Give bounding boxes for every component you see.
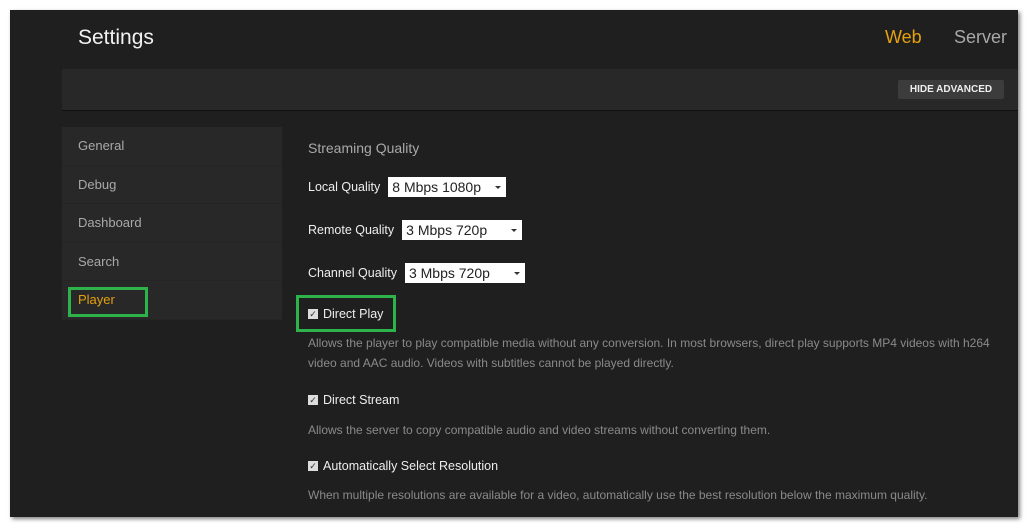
direct-stream-description: Allows the server to copy compatible aud… [308,423,771,437]
chevron-down-icon [495,186,502,189]
remote-quality-label: Remote Quality [308,223,395,237]
auto-resolution-checkbox[interactable]: ✓ [308,461,318,471]
sidebar-item-general[interactable]: General [62,127,282,166]
direct-stream-checkbox[interactable]: ✓ [308,395,318,405]
remote-quality-row: Remote Quality 3 Mbps 720p [308,220,523,240]
local-quality-label: Local Quality [308,180,381,194]
local-quality-select[interactable]: 8 Mbps 1080p [388,177,507,197]
sidebar-item-dashboard[interactable]: Dashboard [62,204,282,243]
direct-stream-label: Direct Stream [323,393,400,407]
direct-stream-row[interactable]: ✓ Direct Stream [308,393,399,407]
toolbar [62,69,1018,111]
direct-play-description: Allows the player to play compatible med… [308,336,990,370]
auto-resolution-description: When multiple resolutions are available … [308,488,928,502]
remote-quality-value: 3 Mbps 720p [406,222,488,238]
direct-play-highlight-box [296,295,396,332]
section-title: Streaming Quality [308,140,420,156]
auto-resolution-label: Automatically Select Resolution [323,459,499,473]
hide-advanced-button[interactable]: HIDE ADVANCED [898,80,1004,99]
channel-quality-row: Channel Quality 3 Mbps 720p [308,263,525,283]
chevron-down-icon [513,272,520,275]
tab-web[interactable]: Web [885,27,922,48]
sidebar-item-debug[interactable]: Debug [62,166,282,205]
local-quality-row: Local Quality 8 Mbps 1080p [308,177,507,197]
local-quality-value: 8 Mbps 1080p [392,179,481,195]
page-title: Settings [78,26,154,49]
sidebar-item-search[interactable]: Search [62,243,282,282]
channel-quality-select[interactable]: 3 Mbps 720p [404,263,525,283]
channel-quality-label: Channel Quality [308,266,397,280]
tab-server[interactable]: Server [954,27,1007,48]
remote-quality-select[interactable]: 3 Mbps 720p [402,220,523,240]
chevron-down-icon [511,229,518,232]
channel-quality-value: 3 Mbps 720p [408,265,490,281]
settings-window: Settings Web Server HIDE ADVANCED Genera… [10,10,1018,517]
player-highlight-box [68,287,148,317]
auto-resolution-row[interactable]: ✓ Automatically Select Resolution [308,459,498,473]
